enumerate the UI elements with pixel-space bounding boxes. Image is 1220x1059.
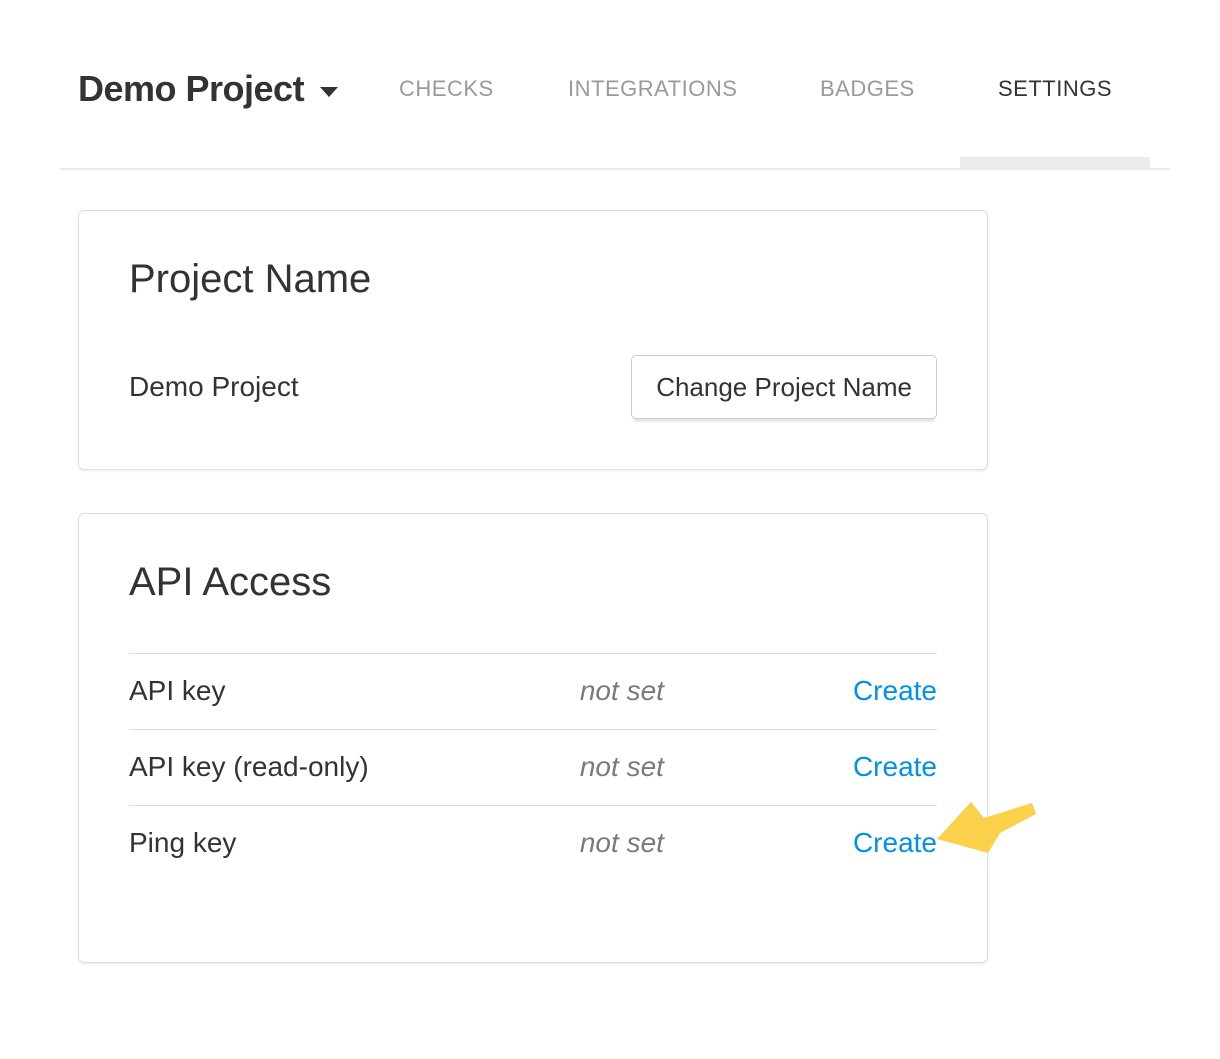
active-tab-indicator xyxy=(960,157,1150,168)
ping-key-label: Ping key xyxy=(129,806,580,882)
api-key-readonly-value: not set xyxy=(580,730,798,806)
tab-badges-label: BADGES xyxy=(820,76,915,102)
tab-settings-label: SETTINGS xyxy=(998,76,1112,102)
settings-content: Project Name Demo Project Change Project… xyxy=(60,210,1170,963)
ping-key-create-link[interactable]: Create xyxy=(853,827,937,858)
api-key-readonly-create-link[interactable]: Create xyxy=(853,751,937,782)
project-switcher-dropdown[interactable]: Demo Project xyxy=(78,0,338,168)
caret-down-icon xyxy=(320,87,338,97)
current-project-name: Demo Project xyxy=(129,371,299,403)
tab-settings[interactable]: SETTINGS xyxy=(960,0,1150,168)
api-access-card-title: API Access xyxy=(129,559,937,605)
ping-key-value: not set xyxy=(580,806,798,882)
api-key-create-link[interactable]: Create xyxy=(853,675,937,706)
api-keys-table: API key not set Create API key (read-onl… xyxy=(129,653,937,881)
project-title: Demo Project xyxy=(78,68,304,110)
table-row-api-key-readonly: API key (read-only) not set Create xyxy=(129,730,937,806)
api-access-card: API Access API key not set Create API ke… xyxy=(78,513,988,963)
header: Demo Project CHECKS INTEGRATIONS BADGES … xyxy=(60,0,1170,170)
table-row-api-key: API key not set Create xyxy=(129,654,937,730)
api-key-label: API key xyxy=(129,654,580,730)
tab-checks[interactable]: CHECKS xyxy=(369,0,524,168)
api-key-readonly-label: API key (read-only) xyxy=(129,730,580,806)
tab-integrations[interactable]: INTEGRATIONS xyxy=(538,0,767,168)
project-name-card: Project Name Demo Project Change Project… xyxy=(78,210,988,470)
api-key-value: not set xyxy=(580,654,798,730)
project-name-card-title: Project Name xyxy=(129,256,937,302)
table-row-ping-key: Ping key not set Create xyxy=(129,806,937,882)
tab-integrations-label: INTEGRATIONS xyxy=(568,76,737,102)
change-project-name-button[interactable]: Change Project Name xyxy=(631,355,937,419)
tab-checks-label: CHECKS xyxy=(399,76,494,102)
project-name-row: Demo Project Change Project Name xyxy=(129,355,937,419)
tab-badges[interactable]: BADGES xyxy=(790,0,945,168)
